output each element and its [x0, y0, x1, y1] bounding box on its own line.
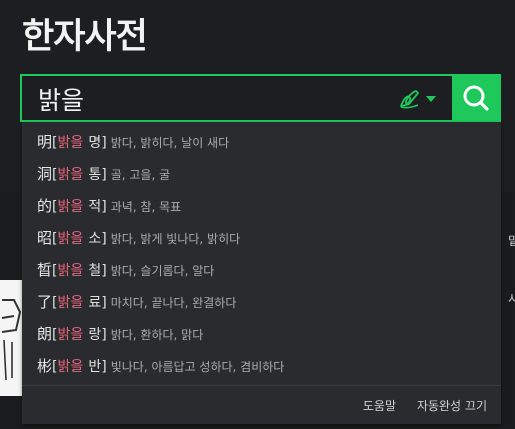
- bracket-close: ]: [101, 359, 107, 375]
- bracket-close: ]: [101, 295, 107, 311]
- suggestion-match: 밝을: [57, 135, 84, 151]
- suggestion-hanja: 昭: [37, 229, 53, 247]
- suggestion-match: 밝을: [57, 167, 84, 183]
- search-icon: [463, 85, 489, 111]
- suggestion-item[interactable]: 朗[밝을 랑] 밝다, 환하다, 맑다: [22, 318, 501, 350]
- suggestion-hanja: 彬: [37, 357, 53, 375]
- edge-text-middle: 시: [508, 292, 515, 306]
- suggestion-reading: 명: [88, 135, 102, 151]
- suggestion-item[interactable]: 了[밝을 료] 마치다, 끝나다, 완결하다: [22, 286, 501, 318]
- search-box: [20, 74, 452, 122]
- autocomplete-off-link[interactable]: 자동완성 끄기: [417, 397, 487, 414]
- suggestion-reading: 료: [88, 295, 102, 311]
- page-title: 한자사전: [22, 17, 148, 57]
- suggestion-match: 밝을: [57, 327, 84, 343]
- suggestion-hanja: 明: [37, 133, 53, 151]
- dropdown-footer: 도움말 자동완성 끄기: [22, 385, 501, 424]
- suggestion-meaning: 골, 고을, 굴: [110, 168, 171, 182]
- suggestion-match: 밝을: [57, 263, 84, 279]
- suggestion-reading: 통: [88, 167, 102, 183]
- suggestion-match: 밝을: [57, 231, 84, 247]
- suggestion-item[interactable]: 昭[밝을 소] 밝다, 밝게 빛나다, 밝히다: [22, 222, 501, 254]
- page: 한자사전 밑 시 明[밝을 명]밝다, 밝히다,: [0, 0, 515, 429]
- suggestion-meaning: 빛나다, 아름답고 성하다, 겸비하다: [110, 360, 285, 374]
- suggestion-list: 明[밝을 명] 밝다, 밝히다, 날이 새다 洞[밝을 통] 골, 고을, 굴 的[…: [22, 126, 501, 382]
- suggestion-hanja: 朗: [37, 325, 53, 343]
- result-thumbnail: [0, 280, 22, 396]
- autocomplete-dropdown: 明[밝을 명] 밝다, 밝히다, 날이 새다 洞[밝을 통] 골, 고을, 굴 的[…: [22, 122, 501, 424]
- suggestion-reading: 적: [88, 199, 102, 215]
- edge-text-top: 밑: [508, 234, 515, 248]
- suggestion-meaning: 과녁, 참, 목표: [110, 200, 182, 214]
- bracket-close: ]: [101, 327, 107, 343]
- bracket-close: ]: [101, 167, 107, 183]
- suggestion-match: 밝을: [57, 359, 84, 375]
- hanja-illustration-icon: [1, 299, 22, 381]
- suggestion-item[interactable]: 晳[밝을 철] 밝다, 슬기롭다, 알다: [22, 254, 501, 286]
- help-link[interactable]: 도움말: [363, 397, 396, 414]
- suggestion-reading: 랑: [88, 327, 102, 343]
- bracket-close: ]: [101, 231, 107, 247]
- handwriting-input-button[interactable]: [398, 88, 436, 110]
- suggestion-item[interactable]: 洞[밝을 통] 골, 고을, 굴: [22, 158, 501, 190]
- bracket-close: ]: [101, 263, 107, 279]
- suggestion-match: 밝을: [57, 295, 84, 311]
- suggestion-reading: 소: [88, 231, 102, 247]
- bracket-close: ]: [101, 199, 107, 215]
- suggestion-reading: 철: [88, 263, 102, 279]
- suggestion-hanja: 的: [37, 197, 53, 215]
- suggestion-item[interactable]: 彬[밝을 반] 빛나다, 아름답고 성하다, 겸비하다: [22, 350, 501, 382]
- suggestion-hanja: 了: [37, 293, 53, 311]
- suggestion-meaning: 밝다, 밝게 빛나다, 밝히다: [110, 232, 241, 246]
- bracket-close: ]: [101, 135, 107, 151]
- suggestion-item[interactable]: 明[밝을 명] 밝다, 밝히다, 날이 새다: [22, 126, 501, 158]
- suggestion-meaning: 밝다, 환하다, 맑다: [110, 328, 204, 342]
- suggestion-hanja: 洞: [37, 165, 53, 183]
- search-button[interactable]: [452, 74, 501, 122]
- suggestion-reading: 반: [88, 359, 102, 375]
- suggestion-hanja: 晳: [37, 261, 53, 279]
- suggestion-match: 밝을: [57, 199, 84, 215]
- search-input[interactable]: [38, 83, 378, 115]
- suggestion-item[interactable]: 的[밝을 적] 과녁, 참, 목표: [22, 190, 501, 222]
- suggestion-meaning: 마치다, 끝나다, 완결하다: [110, 296, 237, 310]
- caret-down-icon: [426, 96, 436, 102]
- suggestion-meaning: 밝다, 슬기롭다, 알다: [110, 264, 215, 278]
- suggestion-meaning: 밝다, 밝히다, 날이 새다: [110, 136, 230, 150]
